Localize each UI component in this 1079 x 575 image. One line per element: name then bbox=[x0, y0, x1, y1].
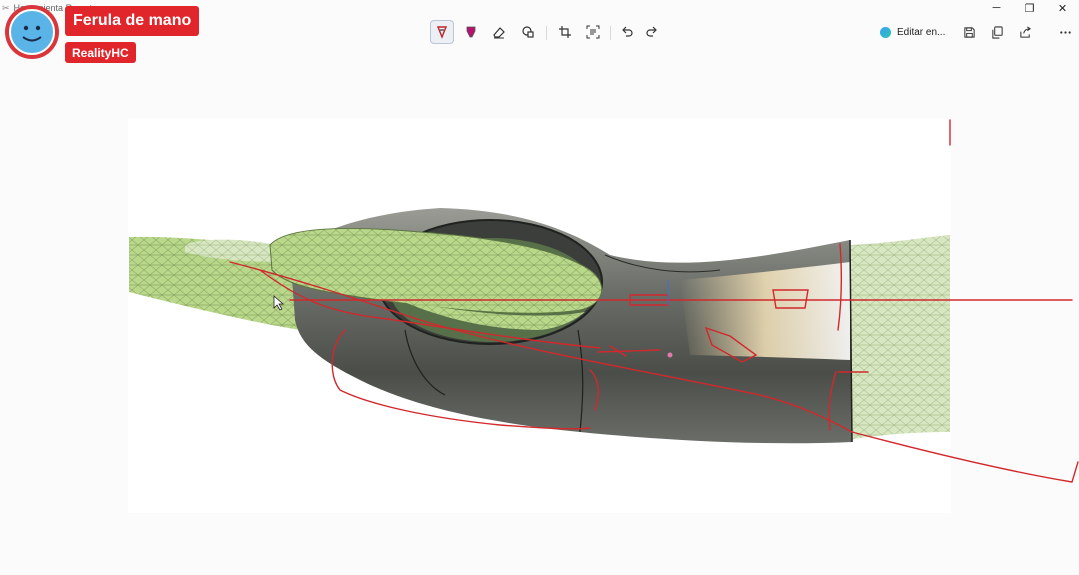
splint-model-image bbox=[129, 119, 1079, 483]
